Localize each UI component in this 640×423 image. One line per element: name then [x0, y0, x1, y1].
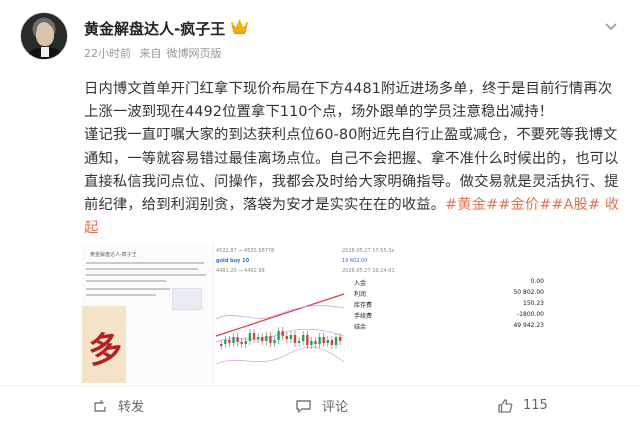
post-paragraph-2: 谨记我一直叮嘱大家的到达获利点位60-80附近先自行止盈或减仓，不要死等我博文通…	[84, 124, 624, 240]
account-value: 50 802.00	[513, 289, 544, 296]
post-time[interactable]: 22小时前	[84, 47, 131, 60]
thumbs-up-icon	[498, 398, 513, 413]
post-source: 微博网页版	[166, 47, 222, 60]
candle-body	[269, 336, 272, 343]
weibo-post: 黄金解盘达人-疯子王 22小时前 来自 微博网页版 日内博文首单开门红拿下现价布局…	[0, 0, 640, 423]
account-label: 结余	[354, 324, 367, 331]
order-time-1: 2026.05.27 17:55:3x	[342, 248, 395, 254]
action-bar: 转发 评论 115	[0, 386, 640, 423]
candle-body	[281, 331, 284, 336]
candle-body	[330, 340, 334, 345]
order-row-2: 4481.20 → 4492.99	[216, 268, 265, 274]
candle-body	[256, 337, 260, 339]
author-name[interactable]: 黄金解盘达人-疯子王	[84, 18, 225, 39]
candle-body	[306, 335, 309, 345]
candle-body	[338, 337, 342, 341]
candle-body	[261, 337, 264, 341]
like-count: 115	[523, 398, 548, 413]
share-icon	[94, 399, 106, 412]
candle-body	[318, 337, 321, 344]
account-label: 库存费	[354, 302, 373, 309]
candle-body	[244, 341, 247, 344]
account-value: -1800.00	[517, 311, 544, 318]
order-time-2: 2026.05.27 16:24:01	[342, 268, 395, 274]
share-label: 转发	[118, 400, 145, 415]
candlestick-chart	[214, 290, 346, 383]
candle-body	[236, 337, 239, 342]
comment-icon	[296, 399, 311, 413]
order-profit: 19 602.00	[342, 258, 368, 264]
source-prefix: 来自	[139, 47, 162, 60]
screenshot-trading-app: 4522.87 → 4535.58778 2026.05.27 17:55:3x…	[214, 244, 546, 383]
seal-image: 多	[82, 306, 126, 383]
order-row-3: gold buy 10	[216, 258, 250, 264]
candle-body	[293, 335, 297, 343]
post-content: 日内博文首单开门红拿下现价布局在下方4481附近进场多单，终于是目前行情再次上涨…	[84, 78, 624, 240]
candle-body	[289, 335, 293, 339]
account-value: 0.00	[530, 278, 544, 285]
post-meta: 22小时前 来自 微博网页版	[84, 45, 227, 61]
candle-body	[232, 337, 235, 343]
account-label: 利润	[354, 291, 367, 298]
chevron-down-icon[interactable]	[604, 22, 618, 32]
candle-body	[228, 340, 231, 343]
order-row-1: 4522.87 → 4535.58778	[216, 248, 275, 254]
candle-body	[334, 337, 338, 345]
crown-icon	[231, 19, 248, 35]
share-button[interactable]: 转发	[92, 387, 144, 423]
candle-body	[248, 333, 252, 341]
candle-body	[310, 341, 313, 345]
candle-body	[297, 341, 301, 343]
account-value: 49 942.23	[513, 322, 544, 329]
hashtag-gold[interactable]: #黄金#	[445, 197, 498, 213]
account-label: 入金	[354, 280, 367, 287]
candle-body	[224, 340, 227, 344]
candle-body	[322, 337, 325, 343]
account-value: 150.23	[523, 300, 544, 307]
screenshot-post-preview: 黄金解盘达人-疯子王 多	[82, 244, 214, 383]
hashtag-a-shares[interactable]: #A股#	[551, 197, 600, 213]
candle-body	[326, 340, 329, 343]
comment-button[interactable]: 评论	[295, 387, 348, 423]
post-paragraph-1: 日内博文首单开门红拿下现价布局在下方4481附近进场多单，终于是目前行情再次上涨…	[84, 81, 613, 121]
post-image[interactable]: 黄金解盘达人-疯子王 多 4522.87 → 4535.58778 2026.0…	[82, 244, 546, 383]
candle-body	[277, 331, 280, 340]
like-button[interactable]: 115	[497, 387, 548, 423]
preview-thumbnail	[172, 288, 202, 310]
preview-title: 黄金解盘达人-疯子王	[90, 252, 137, 258]
candle-body	[314, 341, 317, 344]
candle-body	[240, 342, 243, 344]
avatar[interactable]	[20, 12, 68, 60]
comment-label: 评论	[322, 400, 349, 415]
account-label: 手续费	[354, 313, 373, 320]
candle-body	[265, 336, 268, 341]
candle-body	[285, 336, 288, 339]
seal-character: 多	[85, 327, 126, 373]
candle-body	[302, 335, 305, 341]
candle-body	[273, 340, 276, 343]
hashtag-gold-price[interactable]: #金价#	[498, 197, 551, 213]
candle-body	[252, 333, 256, 339]
candle-body	[220, 344, 223, 346]
